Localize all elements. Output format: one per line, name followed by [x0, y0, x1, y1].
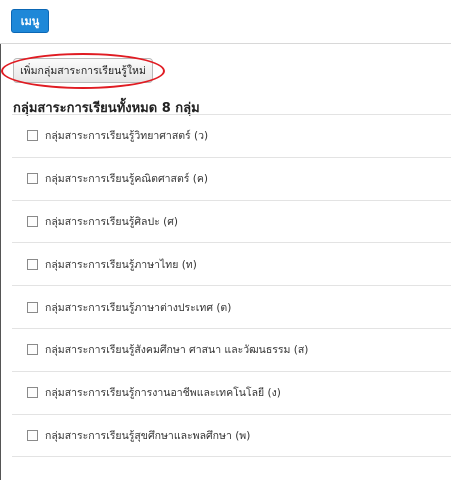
list-item-label: กลุ่มสาระการเรียนรู้คณิตศาสตร์ (ค)	[45, 173, 208, 186]
list-item[interactable]: กลุ่มสาระการเรียนรู้สังคมศึกษา ศาสนา และ…	[12, 329, 451, 372]
checkbox[interactable]	[27, 429, 38, 441]
checkbox[interactable]	[27, 215, 38, 227]
list-item[interactable]: กลุ่มสาระการเรียนรู้สุขศึกษาและพลศึกษา (…	[12, 415, 451, 458]
list-item[interactable]: กลุ่มสาระการเรียนรู้คณิตศาสตร์ (ค)	[12, 158, 451, 201]
menu-button[interactable]: เมนู	[11, 9, 49, 33]
checkbox[interactable]	[27, 130, 38, 142]
checkbox[interactable]	[27, 344, 38, 356]
list-item-label: กลุ่มสาระการเรียนรู้ภาษาไทย (ท)	[45, 258, 197, 271]
list-item-label: กลุ่มสาระการเรียนรู้ภาษาต่างประเทศ (ต)	[45, 301, 232, 314]
checkbox[interactable]	[27, 387, 38, 399]
list-item[interactable]: กลุ่มสาระการเรียนรู้การงานอาชีพและเทคโนโ…	[12, 372, 451, 415]
checkbox[interactable]	[27, 301, 38, 313]
checkbox[interactable]	[27, 173, 38, 185]
list-item[interactable]: กลุ่มสาระการเรียนรู้ศิลปะ (ศ)	[12, 201, 451, 244]
list-item[interactable]: กลุ่มสาระการเรียนรู้ภาษาไทย (ท)	[12, 243, 451, 287]
list-item-label: กลุ่มสาระการเรียนรู้สุขศึกษาและพลศึกษา (…	[45, 429, 251, 442]
list-item-label: กลุ่มสาระการเรียนรู้ศิลปะ (ศ)	[45, 215, 178, 228]
subject-list: กลุ่มสาระการเรียนรู้วิทยาศาสตร์ (ว) กลุ่…	[12, 115, 451, 458]
list-item-label: กลุ่มสาระการเรียนรู้สังคมศึกษา ศาสนา และ…	[45, 344, 309, 357]
list-item[interactable]: กลุ่มสาระการเรียนรู้ภาษาต่างประเทศ (ต)	[12, 286, 451, 329]
list-item-label: กลุ่มสาระการเรียนรู้การงานอาชีพและเทคโนโ…	[45, 387, 281, 400]
list-item-label: กลุ่มสาระการเรียนรู้วิทยาศาสตร์ (ว)	[45, 130, 209, 143]
list-item[interactable]: กลุ่มสาระการเรียนรู้วิทยาศาสตร์ (ว)	[12, 115, 451, 158]
checkbox[interactable]	[27, 258, 38, 270]
add-subject-group-button[interactable]: เพิ่มกลุ่มสาระการเรียนรู้ใหม่	[13, 58, 153, 83]
top-bar: เมนู	[0, 0, 451, 44]
